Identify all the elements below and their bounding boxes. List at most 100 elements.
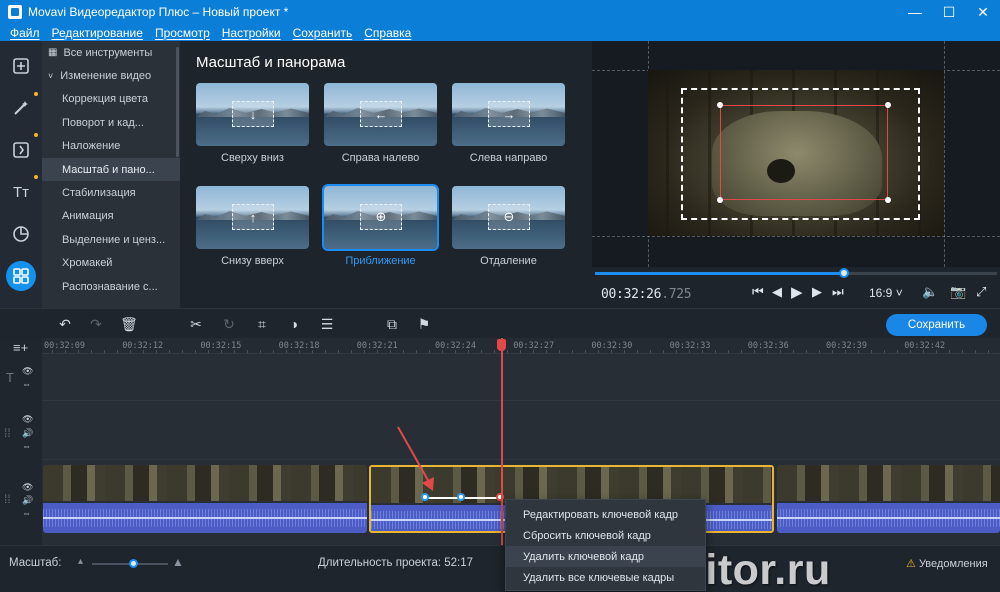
time-ruler[interactable]: 00:32:09 00:32:12 00:32:15 00:32:18 00:32:21… xyxy=(42,338,1000,354)
sound-icon[interactable]: 🔊 xyxy=(22,428,33,439)
menu-save[interactable]: Сохранить xyxy=(287,26,359,40)
resize-handle[interactable] xyxy=(717,197,723,203)
link-icon[interactable]: ⇔ xyxy=(22,379,31,389)
effect-thumbnail[interactable]: ↑ xyxy=(196,186,309,249)
video-clip[interactable] xyxy=(43,465,367,533)
resize-handle[interactable] xyxy=(717,102,723,108)
next-frame-icon[interactable]: ▶︎ xyxy=(812,284,822,300)
ruler-minor-tick xyxy=(143,350,144,353)
skip-end-icon[interactable]: ⏭ xyxy=(832,284,844,300)
ruler-minor-tick xyxy=(702,350,703,353)
playhead[interactable] xyxy=(501,338,503,545)
edit-toolbar: ↶ ↷ 🗑 ✂ ↻ ⌗ ◑ ☰ ⧉ ⚑ Сохранить xyxy=(0,308,1000,338)
menu-edit[interactable]: Редактирование xyxy=(46,26,149,40)
category-item[interactable]: Распознавание с... xyxy=(42,275,180,298)
redo-icon[interactable]: ↷ xyxy=(86,314,106,334)
ruler-minor-tick xyxy=(52,350,53,353)
menu-help[interactable]: Справка xyxy=(358,26,417,40)
save-button[interactable]: Сохранить xyxy=(886,314,987,336)
titles-button[interactable]: Tт xyxy=(6,177,36,207)
category-item[interactable]: Хромакей xyxy=(42,252,180,275)
video-clip[interactable] xyxy=(777,465,1000,533)
marker-flag-icon[interactable]: ⚑ xyxy=(414,314,434,334)
effect-thumbnail[interactable]: → xyxy=(452,83,565,146)
keyframe-marker[interactable] xyxy=(457,493,465,501)
play-icon[interactable]: ▶ xyxy=(791,283,803,301)
end-area-frame[interactable] xyxy=(720,105,888,200)
snapshot-icon[interactable]: 📷 xyxy=(950,284,966,300)
category-item[interactable]: Стабилизация xyxy=(42,181,180,204)
sound-icon[interactable]: 🔊 xyxy=(22,495,33,506)
resize-handle[interactable] xyxy=(885,197,891,203)
timeline-zoom-slider[interactable] xyxy=(92,559,168,568)
category-item[interactable]: Наложение xyxy=(42,135,180,158)
cut-icon[interactable]: ✂ xyxy=(186,314,206,334)
delete-icon[interactable]: 🗑 xyxy=(119,314,139,334)
category-item[interactable]: Поворот и кад... xyxy=(42,111,180,134)
resize-handle[interactable] xyxy=(885,102,891,108)
rotate-icon[interactable]: ↻ xyxy=(219,314,239,334)
playhead-handle[interactable] xyxy=(497,339,506,351)
clip-properties-icon[interactable]: ☰ xyxy=(317,314,337,334)
ruler-minor-tick xyxy=(247,350,248,353)
aspect-ratio-select[interactable]: 16:9 ˅ xyxy=(869,286,903,300)
stickers-button[interactable] xyxy=(6,219,36,249)
effect-thumbnail[interactable]: ← xyxy=(324,83,437,146)
add-track-icon[interactable]: ≡+ xyxy=(13,340,28,355)
effect-label: Слева направо xyxy=(469,152,548,164)
fullscreen-icon[interactable]: ⤢ xyxy=(976,284,986,300)
crop-icon[interactable]: ⌗ xyxy=(252,314,272,334)
menu-file[interactable]: Файл xyxy=(4,26,46,40)
ruler-minor-tick xyxy=(481,350,482,353)
keyframe-marker[interactable] xyxy=(421,493,429,501)
categories-scrollbar[interactable] xyxy=(176,47,179,157)
skip-start-icon[interactable]: ⏮ xyxy=(752,284,764,300)
notifications-link[interactable]: ⚠ Уведомления xyxy=(906,557,988,570)
close-button[interactable]: ✕ xyxy=(966,0,1000,24)
filters-icon xyxy=(14,101,28,115)
zoom-out-icon[interactable]: ▴ xyxy=(78,556,83,567)
maximize-button[interactable]: ☐ xyxy=(932,0,966,24)
ruler-minor-tick xyxy=(91,350,92,353)
ruler-minor-tick xyxy=(767,350,768,353)
effect-thumbnail[interactable]: ⊖ xyxy=(452,186,565,249)
ruler-minor-tick xyxy=(234,350,235,353)
menu-item-delete-all-keyframes[interactable]: Удалить все ключевые кадры xyxy=(506,567,705,588)
prev-frame-icon[interactable]: ◀︎ xyxy=(772,284,782,300)
eye-icon[interactable]: 👁 xyxy=(22,414,33,425)
effect-thumbnail[interactable]: ↓ xyxy=(196,83,309,146)
color-adjust-icon[interactable]: ◑ xyxy=(284,314,304,334)
category-item[interactable]: Анимация xyxy=(42,205,180,228)
video-preview[interactable] xyxy=(592,41,1000,267)
menu-item-delete-keyframe[interactable]: Удалить ключевой кадр xyxy=(506,546,705,567)
overlay-icon[interactable]: ⧉ xyxy=(382,314,402,334)
ruler-minor-tick xyxy=(988,350,989,353)
category-item-selected[interactable]: Масштаб и пано... xyxy=(42,157,180,182)
volume-icon[interactable]: 🔈 xyxy=(922,284,938,300)
more-tools-icon xyxy=(13,268,29,284)
menu-view[interactable]: Просмотр xyxy=(149,26,216,40)
link-icon[interactable]: ⇔ xyxy=(22,508,31,518)
menu-settings[interactable]: Настройки xyxy=(216,26,287,40)
progress-knob[interactable] xyxy=(839,268,850,278)
import-button[interactable] xyxy=(6,51,36,81)
playback-progress[interactable] xyxy=(595,268,997,278)
minimize-button[interactable]: — xyxy=(898,0,932,24)
category-item[interactable]: Коррекция цвета xyxy=(42,88,180,111)
eye-icon[interactable]: 👁 xyxy=(22,482,33,493)
zoom-in-icon[interactable]: ▲ xyxy=(172,555,184,569)
effect-thumbnail-selected[interactable]: ⊕ xyxy=(322,184,439,251)
filters-button[interactable] xyxy=(6,93,36,123)
ruler-minor-tick xyxy=(286,350,287,353)
zoom-slider-knob[interactable] xyxy=(129,559,138,568)
more-tools-button[interactable] xyxy=(6,261,36,291)
menu-item-reset-keyframe[interactable]: Сбросить ключевой кадр xyxy=(506,525,705,546)
category-change-video[interactable]: ˅ Изменение видео xyxy=(42,64,180,87)
category-all-tools[interactable]: ▦ Все инструменты xyxy=(42,41,180,64)
transitions-button[interactable] xyxy=(6,135,36,165)
menu-item-edit-keyframe[interactable]: Редактировать ключевой кадр xyxy=(506,504,705,525)
category-item[interactable]: Выделение и ценз... xyxy=(42,228,180,251)
link-icon[interactable]: ⇔ xyxy=(22,441,31,451)
undo-icon[interactable]: ↶ xyxy=(55,314,75,334)
eye-icon[interactable]: 👁 xyxy=(22,366,33,377)
